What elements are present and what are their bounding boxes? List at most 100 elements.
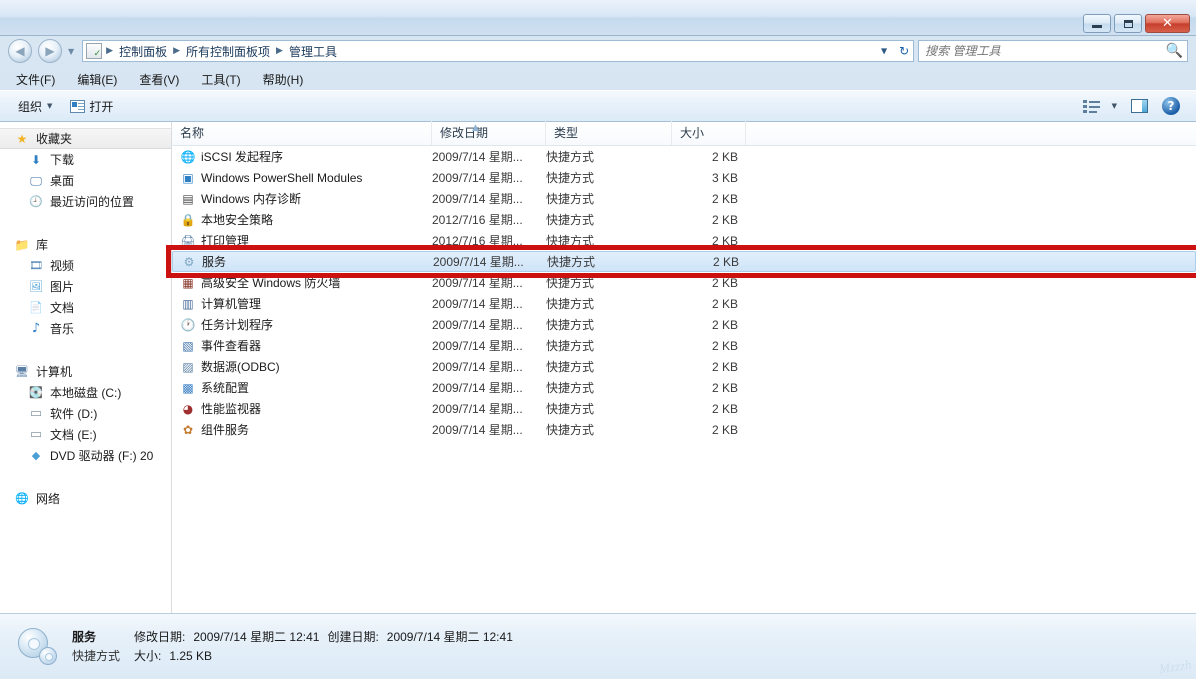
drive-icon: ▭	[28, 427, 44, 443]
sidebar-item-music[interactable]: ♪ 音乐	[0, 318, 171, 339]
menu-help[interactable]: 帮助(H)	[263, 69, 314, 90]
table-row[interactable]: ▨数据源(ODBC)2009/7/14 星期...快捷方式2 KB	[172, 356, 1196, 377]
file-date-cell: 2009/7/14 星期...	[432, 421, 546, 438]
sidebar-item-local-disk-c[interactable]: 💽 本地磁盘 (C:)	[0, 382, 171, 403]
file-date-cell: 2009/7/14 星期...	[432, 169, 546, 186]
chevron-down-icon[interactable]: ▼	[1112, 102, 1117, 110]
preview-pane-icon[interactable]	[1131, 99, 1148, 113]
file-type-cell: 快捷方式	[546, 169, 672, 186]
menu-view[interactable]: 查看(V)	[139, 69, 189, 90]
navigation-pane[interactable]: ★ 收藏夹 ⬇ 下载 🖵 桌面 🕘 最近访问的位置 📁	[0, 122, 172, 613]
table-row[interactable]: ▩系统配置2009/7/14 星期...快捷方式2 KB	[172, 377, 1196, 398]
close-button[interactable]: ✕	[1145, 14, 1190, 33]
details-line-secondary: 快捷方式 大小: 1.25 KB	[72, 647, 521, 666]
menu-bar: 文件(F) 编辑(E) 查看(V) 工具(T) 帮助(H)	[0, 68, 1196, 90]
file-name-cell: 🖨打印管理	[172, 232, 432, 249]
sidebar-item-videos[interactable]: 🎞 视频	[0, 255, 171, 276]
maximize-button[interactable]	[1114, 14, 1142, 33]
sidebar-item-dvd-drive-f[interactable]: ◆ DVD 驱动器 (F:) 20	[0, 445, 171, 466]
sidebar-item-drive-d[interactable]: ▭ 软件 (D:)	[0, 403, 171, 424]
file-date-cell: 2009/7/14 星期...	[432, 274, 546, 291]
history-dropdown-icon[interactable]: ▼	[68, 47, 74, 56]
forward-button[interactable]: ▶	[38, 39, 62, 63]
table-row[interactable]: ◕性能监视器2009/7/14 星期...快捷方式2 KB	[172, 398, 1196, 419]
file-list-pane[interactable]: 名称 修改日期 类型 大小 ▲ 🌐iSCSI 发起程序2009/7/14 星期.…	[172, 122, 1196, 613]
column-header-name[interactable]: 名称	[172, 121, 432, 145]
file-type-icon: 🌐	[180, 149, 196, 165]
sidebar-item-network[interactable]: 🌐 网络	[0, 488, 171, 509]
sidebar-label: 图片	[50, 278, 74, 295]
dvd-drive-icon: ◆	[28, 448, 44, 464]
table-row[interactable]: ✿组件服务2009/7/14 星期...快捷方式2 KB	[172, 419, 1196, 440]
breadcrumb-item-all-items[interactable]: 所有控制面板项	[182, 42, 274, 61]
sidebar-item-downloads[interactable]: ⬇ 下载	[0, 149, 171, 170]
table-row[interactable]: ⚙服务2009/7/14 星期...快捷方式2 KB	[172, 251, 1196, 272]
table-row[interactable]: 🔒本地安全策略2012/7/16 星期...快捷方式2 KB	[172, 209, 1196, 230]
open-button[interactable]: 打开	[70, 98, 113, 115]
file-name-label: 计算机管理	[201, 295, 261, 312]
file-date-cell: 2012/7/16 星期...	[432, 232, 546, 249]
window-controls: ✕	[1083, 14, 1190, 33]
table-row[interactable]: ▥计算机管理2009/7/14 星期...快捷方式2 KB	[172, 293, 1196, 314]
file-size-cell: 2 KB	[672, 360, 746, 374]
breadcrumb-separator-icon: ▶	[104, 46, 115, 56]
table-row[interactable]: 🕐任务计划程序2009/7/14 星期...快捷方式2 KB	[172, 314, 1196, 335]
refresh-icon[interactable]: ↻	[899, 44, 909, 58]
sidebar-label: 最近访问的位置	[50, 193, 134, 210]
sidebar-item-computer[interactable]: 🖥 计算机	[0, 361, 171, 382]
table-row[interactable]: ▧事件查看器2009/7/14 星期...快捷方式2 KB	[172, 335, 1196, 356]
file-type-cell: 快捷方式	[546, 232, 672, 249]
column-header-date[interactable]: 修改日期	[432, 121, 546, 145]
sidebar-label: 下载	[50, 151, 74, 168]
sidebar-item-recent-places[interactable]: 🕘 最近访问的位置	[0, 191, 171, 212]
breadcrumb-item-control-panel[interactable]: 控制面板	[115, 42, 171, 61]
menu-edit[interactable]: 编辑(E)	[77, 69, 127, 90]
file-size-cell: 2 KB	[672, 402, 746, 416]
sidebar-label: DVD 驱动器 (F:) 20	[50, 447, 153, 464]
table-row[interactable]: ▤Windows 内存诊断2009/7/14 星期...快捷方式2 KB	[172, 188, 1196, 209]
search-box[interactable]: 🔍	[918, 40, 1188, 62]
sidebar-label: 软件 (D:)	[50, 405, 97, 422]
file-name-cell: ⚙服务	[173, 253, 433, 270]
back-button[interactable]: ◀	[8, 39, 32, 63]
sidebar-item-documents[interactable]: 📄 文档	[0, 297, 171, 318]
menu-file[interactable]: 文件(F)	[16, 69, 65, 90]
table-row[interactable]: ▦高级安全 Windows 防火墙2009/7/14 星期...快捷方式2 KB	[172, 272, 1196, 293]
file-name-label: 事件查看器	[201, 337, 261, 354]
table-row[interactable]: 🖨打印管理2012/7/16 星期...快捷方式2 KB	[172, 230, 1196, 251]
breadcrumb-separator-icon[interactable]: ▶	[171, 46, 182, 56]
column-header-type[interactable]: 类型	[546, 121, 672, 145]
sidebar-label: 文档	[50, 299, 74, 316]
gears-icon	[16, 625, 60, 669]
file-type-icon: ▦	[180, 275, 196, 291]
view-mode-button[interactable]: ▼	[1083, 100, 1117, 113]
organize-label: 组织	[18, 98, 42, 115]
breadcrumb-item-admin-tools[interactable]: 管理工具	[285, 42, 341, 61]
sidebar-item-desktop[interactable]: 🖵 桌面	[0, 170, 171, 191]
minimize-button[interactable]	[1083, 14, 1111, 33]
download-icon: ⬇	[28, 152, 44, 168]
column-header-size[interactable]: 大小	[672, 121, 746, 145]
toolbar: 组织 ▼ 打开 ▼ ?	[0, 90, 1196, 122]
address-bar[interactable]: ▶ 控制面板 ▶ 所有控制面板项 ▶ 管理工具 ▼ ↻	[82, 40, 914, 62]
menu-tools[interactable]: 工具(T)	[201, 69, 250, 90]
file-size-cell: 2 KB	[672, 276, 746, 290]
search-icon[interactable]: 🔍	[1166, 43, 1183, 59]
table-row[interactable]: 🌐iSCSI 发起程序2009/7/14 星期...快捷方式2 KB	[172, 146, 1196, 167]
table-row[interactable]: ▣Windows PowerShell Modules2009/7/14 星期.…	[172, 167, 1196, 188]
sidebar-item-favorites[interactable]: ★ 收藏夹	[0, 128, 171, 149]
file-type-cell: 快捷方式	[546, 379, 672, 396]
breadcrumb-separator-icon[interactable]: ▶	[274, 46, 285, 56]
file-size-cell: 2 KB	[672, 381, 746, 395]
search-input[interactable]	[925, 44, 1165, 58]
file-size-cell: 2 KB	[672, 150, 746, 164]
nav-group-favorites: ★ 收藏夹 ⬇ 下载 🖵 桌面 🕘 最近访问的位置	[0, 128, 171, 212]
details-file-type: 快捷方式	[72, 647, 134, 666]
sidebar-item-drive-e[interactable]: ▭ 文档 (E:)	[0, 424, 171, 445]
organize-button[interactable]: 组织 ▼	[18, 98, 52, 115]
sidebar-item-pictures[interactable]: 🖼 图片	[0, 276, 171, 297]
details-file-name: 服务	[72, 628, 134, 647]
sidebar-item-libraries[interactable]: 📁 库	[0, 234, 171, 255]
address-dropdown-icon[interactable]: ▼	[881, 47, 887, 56]
help-icon[interactable]: ?	[1162, 97, 1180, 115]
